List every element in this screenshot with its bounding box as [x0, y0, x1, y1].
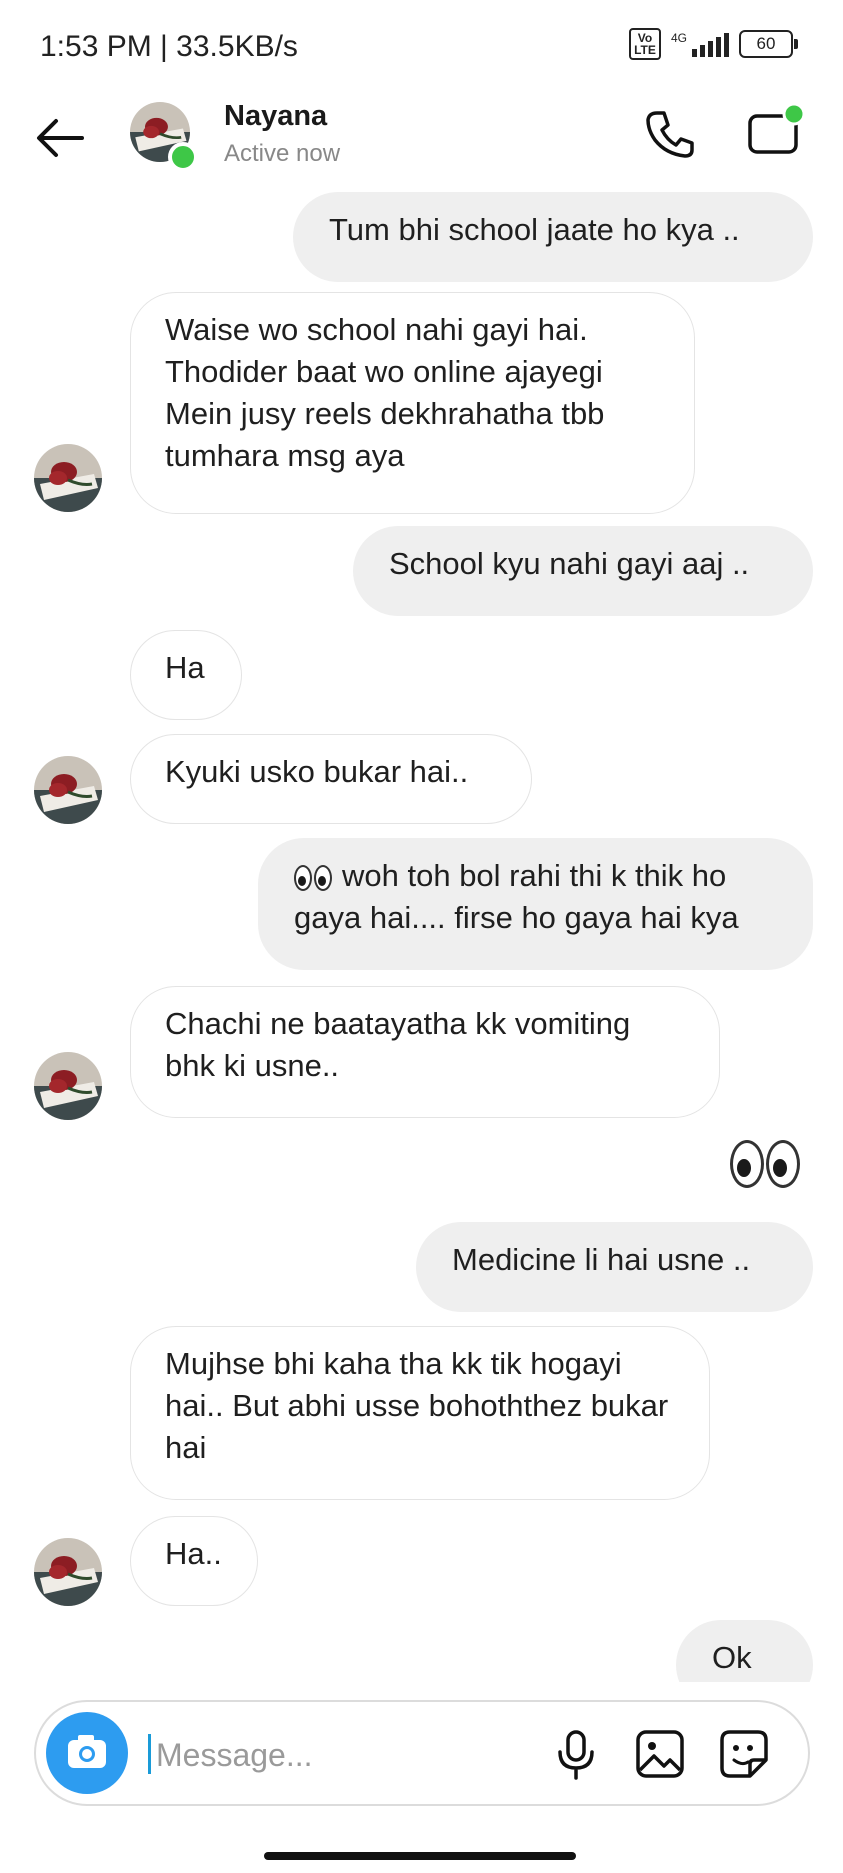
- status-icons: Vo LTE 4G 60: [628, 28, 798, 60]
- volte-icon: Vo LTE: [628, 28, 661, 60]
- message-incoming[interactable]: Waise wo school nahi gayi hai. Thodider …: [130, 292, 695, 514]
- message-list[interactable]: Tum bhi school jaate ho kya .. Waise wo …: [0, 190, 843, 1682]
- battery-icon: 60: [739, 30, 798, 58]
- message-text: woh toh bol rahi thi k thik ho gaya hai.…: [294, 858, 739, 935]
- message-outgoing[interactable]: Medicine li hai usne ..: [416, 1222, 813, 1312]
- message-outgoing[interactable]: Tum bhi school jaate ho kya ..: [293, 192, 813, 282]
- status-time: 1:53 PM | 33.5KB/s: [40, 30, 298, 63]
- network-type: 4G: [670, 31, 687, 45]
- message-input[interactable]: [154, 1726, 458, 1784]
- sticker-icon[interactable]: [714, 1724, 774, 1784]
- microphone-icon[interactable]: [546, 1724, 606, 1784]
- message-incoming[interactable]: Ha..: [130, 1516, 258, 1606]
- contact-name[interactable]: Nayana: [224, 100, 327, 133]
- active-status: Active now: [224, 140, 341, 167]
- chat-header: Nayana Active now: [0, 92, 843, 192]
- home-indicator[interactable]: [264, 1852, 576, 1860]
- online-indicator: [168, 142, 198, 172]
- message-outgoing[interactable]: Ok ..: [676, 1620, 813, 1682]
- text-cursor: [148, 1734, 151, 1774]
- video-camera-icon[interactable]: [744, 102, 806, 162]
- message-incoming[interactable]: Ha: [130, 630, 242, 720]
- eyes-emoji[interactable]: [730, 1140, 800, 1188]
- gallery-icon[interactable]: [630, 1724, 690, 1784]
- message-outgoing[interactable]: School kyu nahi gayi aaj ..: [353, 526, 813, 616]
- message-incoming[interactable]: Kyuki usko bukar hai..: [130, 734, 532, 824]
- phone-icon[interactable]: [640, 104, 700, 164]
- status-bar: 1:53 PM | 33.5KB/s Vo LTE 4G 60: [0, 0, 843, 92]
- message-incoming[interactable]: Mujhse bhi kaha tha kk tik hogayi hai.. …: [130, 1326, 710, 1500]
- signal-icon: 4G: [671, 31, 729, 57]
- message-composer: [34, 1700, 810, 1806]
- back-arrow-icon[interactable]: [32, 110, 88, 166]
- avatar: [34, 756, 102, 824]
- message-outgoing[interactable]: woh toh bol rahi thi k thik ho gaya hai.…: [258, 838, 813, 970]
- avatar: [34, 444, 102, 512]
- eyes-emoji: [294, 864, 332, 891]
- avatar: [34, 1538, 102, 1606]
- message-incoming[interactable]: Chachi ne baatayatha kk vomiting bhk ki …: [130, 986, 720, 1118]
- camera-icon[interactable]: [46, 1712, 128, 1794]
- avatar: [34, 1052, 102, 1120]
